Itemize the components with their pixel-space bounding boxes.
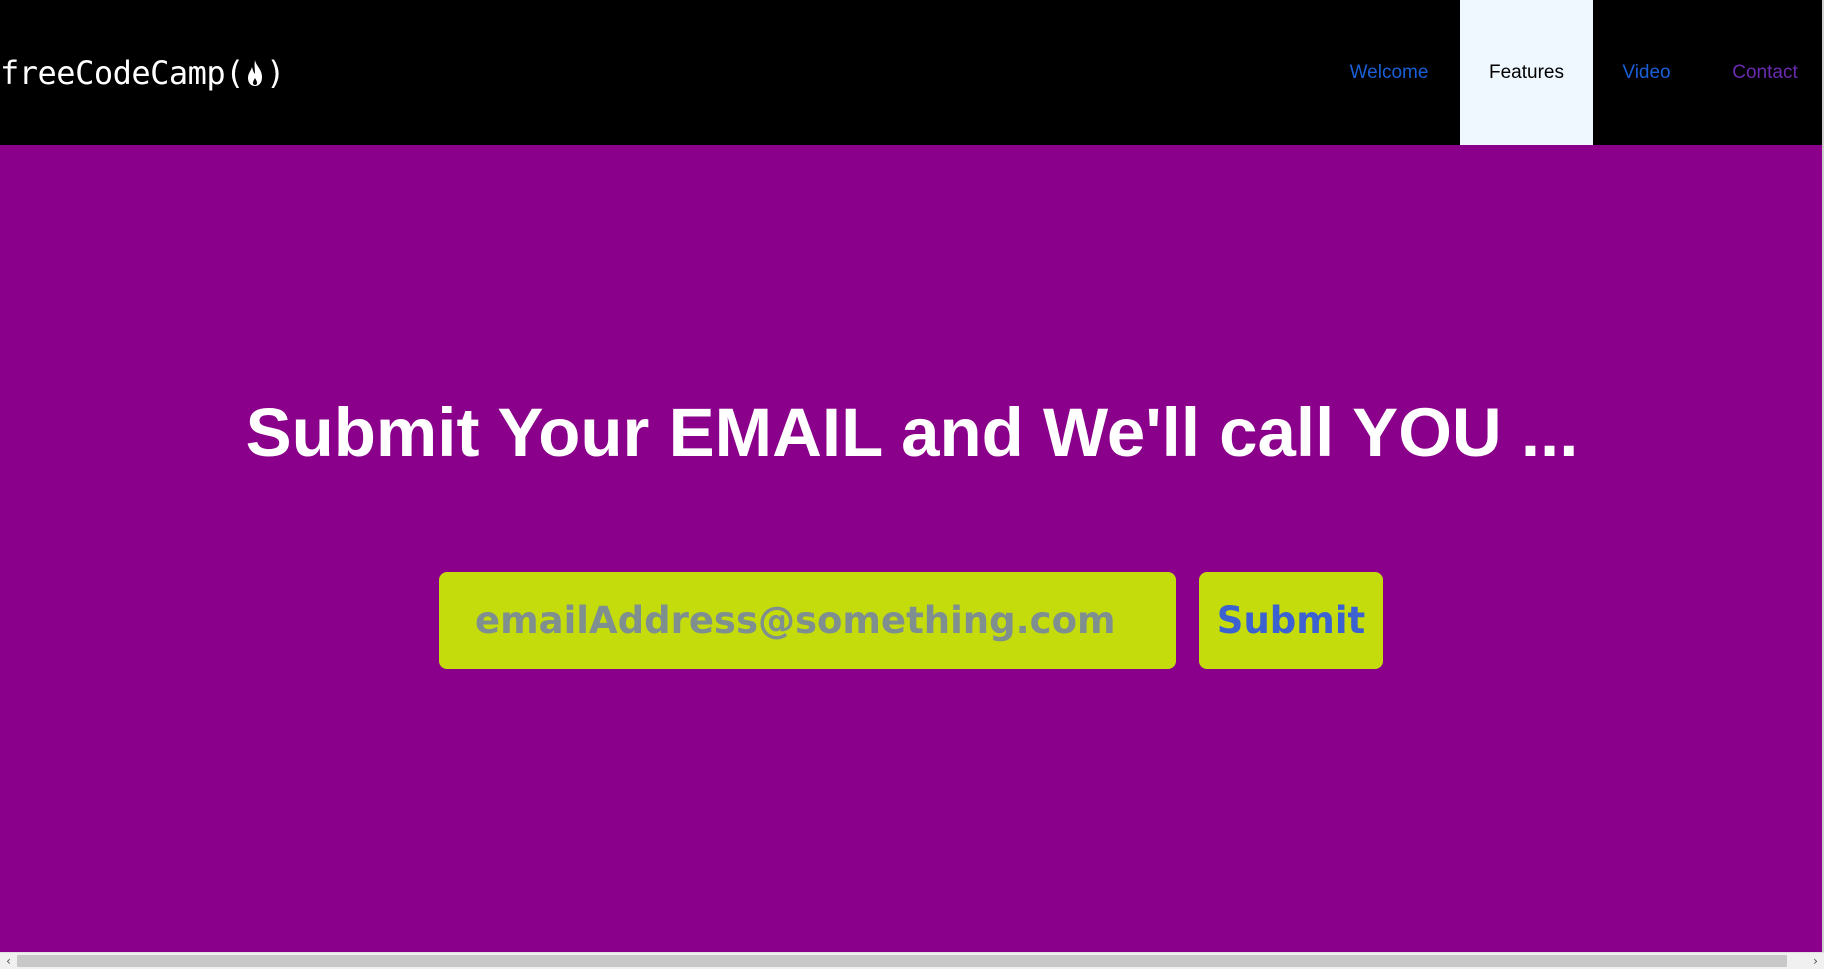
hero-title: Submit Your EMAIL and We'll call YOU ...	[245, 394, 1579, 471]
scroll-right-icon[interactable]: ›	[1807, 953, 1824, 969]
logo-open-paren: (	[225, 53, 244, 92]
nav-link-contact[interactable]: Contact	[1700, 0, 1824, 145]
submit-button[interactable]: Submit	[1199, 572, 1383, 669]
nav-links: Welcome Features Video Contact	[1318, 0, 1824, 145]
scroll-left-icon[interactable]: ‹	[0, 953, 17, 969]
nav-link-welcome[interactable]: Welcome	[1318, 0, 1460, 145]
email-input[interactable]	[439, 572, 1176, 669]
hero-section: Submit Your EMAIL and We'll call YOU ...…	[0, 145, 1824, 952]
page-viewport: freeCodeCamp() Welcome Features Video Co…	[0, 0, 1824, 952]
logo-text: freeCodeCamp	[0, 53, 226, 92]
nav-link-features[interactable]: Features	[1460, 0, 1593, 145]
navbar: freeCodeCamp() Welcome Features Video Co…	[0, 0, 1824, 145]
scrollbar-thumb[interactable]	[17, 955, 1787, 967]
nav-link-video[interactable]: Video	[1593, 0, 1700, 145]
flame-icon	[245, 58, 265, 88]
horizontal-scrollbar[interactable]: ‹ ›	[0, 952, 1824, 969]
logo[interactable]: freeCodeCamp()	[0, 50, 285, 95]
logo-close-paren: )	[265, 53, 285, 92]
